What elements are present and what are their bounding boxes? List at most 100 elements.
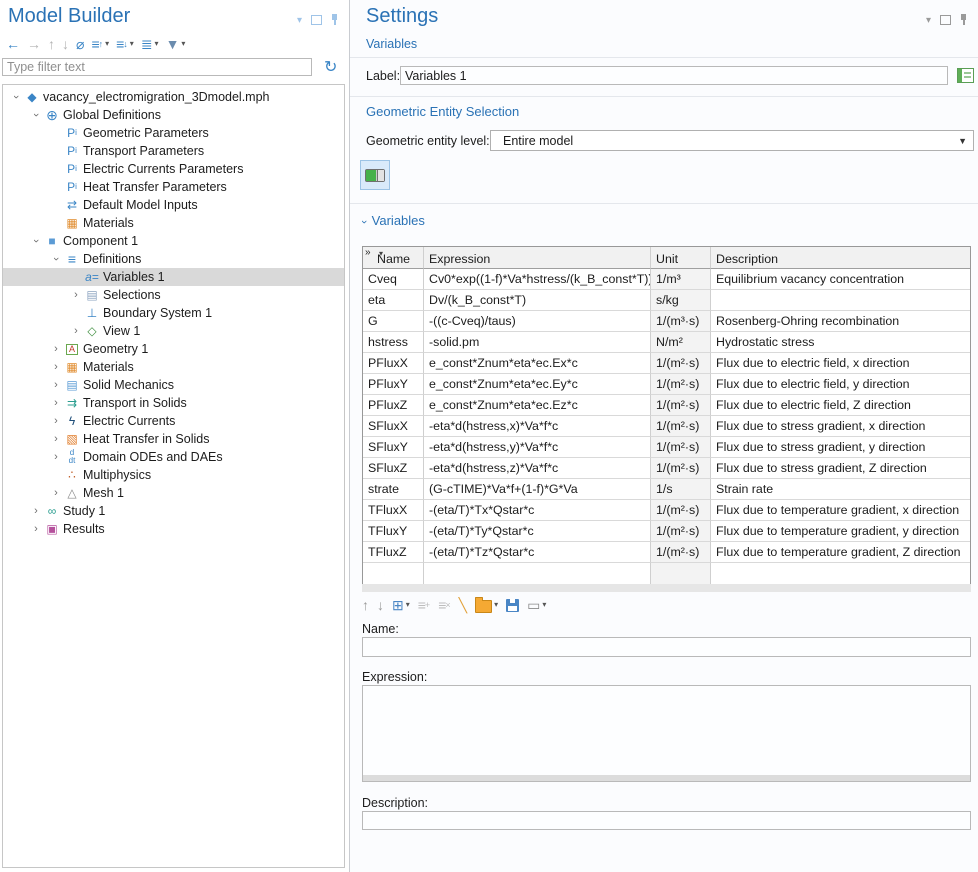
unit-cell[interactable]: 1/(m²·s) bbox=[651, 542, 711, 563]
tree-item-vacancy-electromigration-3dmodel-mph[interactable]: ›◆vacancy_electromigration_3Dmodel.mph bbox=[3, 88, 344, 106]
name-cell[interactable]: G bbox=[363, 311, 424, 332]
refresh-icon[interactable]: ↻ bbox=[324, 57, 337, 77]
tree-item-mesh-1[interactable]: ›△Mesh 1 bbox=[3, 484, 344, 502]
expression-cell[interactable] bbox=[424, 563, 651, 584]
save-file-button[interactable] bbox=[506, 599, 519, 612]
tree-item-variables-1[interactable]: ›a=Variables 1 bbox=[3, 268, 344, 286]
name-cell[interactable]: PFluxX bbox=[363, 353, 424, 374]
variable-row-empty[interactable] bbox=[363, 563, 970, 584]
collapse-button[interactable]: ≡↓▾ bbox=[116, 37, 134, 51]
tree-item-solid-mechanics[interactable]: ›▤Solid Mechanics bbox=[3, 376, 344, 394]
tree-item-definitions[interactable]: ›≡Definitions bbox=[3, 250, 344, 268]
tree-expander-icon[interactable]: › bbox=[69, 325, 83, 337]
column-header-unit[interactable]: Unit bbox=[651, 247, 711, 269]
clear-table-button[interactable]: ╲ bbox=[459, 598, 467, 612]
tree-item-global-definitions[interactable]: ›⊕Global Definitions bbox=[3, 106, 344, 124]
unit-cell[interactable]: 1/s bbox=[651, 479, 711, 500]
name-cell[interactable]: SFluxZ bbox=[363, 458, 424, 479]
tree-item-selections[interactable]: ›▤Selections bbox=[3, 286, 344, 304]
load-file-button[interactable]: ▾ bbox=[475, 597, 498, 613]
tree-expander-icon[interactable]: › bbox=[49, 487, 63, 499]
name-cell[interactable]: SFluxX bbox=[363, 416, 424, 437]
unit-cell[interactable]: N/m² bbox=[651, 332, 711, 353]
variable-row-eta[interactable]: etaDv/(k_B_const*T)s/kg bbox=[363, 290, 970, 311]
variables-section-header[interactable]: ›Variables bbox=[362, 213, 425, 228]
filter-input[interactable] bbox=[2, 58, 312, 76]
show-all-columns-icon[interactable]: » bbox=[365, 248, 371, 258]
description-cell[interactable]: Rosenberg-Ohring recombination bbox=[711, 311, 970, 332]
tree-item-transport-parameters[interactable]: ›PiTransport Parameters bbox=[3, 142, 344, 160]
node-text-button[interactable]: ≣▾ bbox=[141, 37, 159, 51]
variable-row-pfluxx[interactable]: PFluxXe_const*Znum*eta*ec.Ex*c1/(m²·s)Fl… bbox=[363, 353, 970, 374]
tree-item-multiphysics[interactable]: ›∴Multiphysics bbox=[3, 466, 344, 484]
tree-item-heat-transfer-parameters[interactable]: ›PiHeat Transfer Parameters bbox=[3, 178, 344, 196]
name-cell[interactable]: hstress bbox=[363, 332, 424, 353]
forward-button[interactable]: → bbox=[27, 37, 41, 51]
tree-item-geometry-1[interactable]: ›AGeometry 1 bbox=[3, 340, 344, 358]
name-cell[interactable]: PFluxY bbox=[363, 374, 424, 395]
edit-field-button[interactable]: ▭▾ bbox=[527, 598, 546, 612]
tree-item-domain-odes-and-daes[interactable]: ›ddtDomain ODEs and DAEs bbox=[3, 448, 344, 466]
filter-button[interactable]: ▼▾ bbox=[166, 37, 186, 51]
expression-textarea[interactable] bbox=[362, 685, 971, 782]
variable-row-pfluxy[interactable]: PFluxYe_const*Znum*eta*ec.Ey*c1/(m²·s)Fl… bbox=[363, 374, 970, 395]
tree-item-view-1[interactable]: ›◇View 1 bbox=[3, 322, 344, 340]
detach-icon[interactable] bbox=[311, 15, 322, 25]
tree-expander-icon[interactable]: › bbox=[49, 415, 63, 427]
name-cell[interactable]: TFluxZ bbox=[363, 542, 424, 563]
description-cell[interactable]: Strain rate bbox=[711, 479, 970, 500]
unit-cell[interactable]: 1/(m²·s) bbox=[651, 353, 711, 374]
column-menu-icon[interactable]: ▾ bbox=[379, 247, 383, 261]
tree-expander-icon[interactable]: › bbox=[50, 252, 62, 266]
table-horizontal-scrollbar[interactable] bbox=[362, 584, 971, 592]
expression-cell[interactable]: -eta*d(hstress,x)*Va*f*c bbox=[424, 416, 651, 437]
tree-expander-icon[interactable]: › bbox=[29, 523, 43, 535]
geometric-entity-level-select[interactable]: Entire model ▼ bbox=[490, 130, 974, 151]
description-cell[interactable]: Flux due to stress gradient, y direction bbox=[711, 437, 970, 458]
unit-cell[interactable]: 1/(m²·s) bbox=[651, 458, 711, 479]
description-cell[interactable]: Flux due to temperature gradient, Z dire… bbox=[711, 542, 970, 563]
tree-expander-icon[interactable]: › bbox=[10, 90, 22, 104]
geometric-entity-selection-header[interactable]: Geometric Entity Selection bbox=[366, 104, 519, 119]
name-cell[interactable] bbox=[363, 563, 424, 584]
name-cell[interactable]: TFluxX bbox=[363, 500, 424, 521]
tree-item-materials[interactable]: ›▦Materials bbox=[3, 358, 344, 376]
description-cell[interactable]: Flux due to temperature gradient, x dire… bbox=[711, 500, 970, 521]
expression-cell[interactable]: -solid.pm bbox=[424, 332, 651, 353]
expression-cell[interactable]: e_const*Znum*eta*ec.Ex*c bbox=[424, 353, 651, 374]
expression-cell[interactable]: Dv/(k_B_const*T) bbox=[424, 290, 651, 311]
expand-button[interactable]: ≡↑▾ bbox=[91, 37, 109, 51]
unit-cell[interactable]: 1/(m²·s) bbox=[651, 395, 711, 416]
description-cell[interactable]: Flux due to stress gradient, Z direction bbox=[711, 458, 970, 479]
tree-expander-icon[interactable]: › bbox=[29, 505, 43, 517]
variable-row-sfluxy[interactable]: SFluxY-eta*d(hstress,y)*Va*f*c1/(m²·s)Fl… bbox=[363, 437, 970, 458]
unit-cell[interactable] bbox=[651, 563, 711, 584]
menu-down-icon[interactable]: ▾ bbox=[297, 15, 302, 26]
tree-item-heat-transfer-in-solids[interactable]: ›▧Heat Transfer in Solids bbox=[3, 430, 344, 448]
description-cell[interactable] bbox=[711, 290, 970, 311]
rename-button[interactable] bbox=[955, 65, 976, 86]
name-input[interactable] bbox=[362, 637, 971, 657]
tree-expander-icon[interactable]: › bbox=[30, 108, 42, 122]
unit-cell[interactable]: s/kg bbox=[651, 290, 711, 311]
variable-row-tfluxz[interactable]: TFluxZ-(eta/T)*Tz*Qstar*c1/(m²·s)Flux du… bbox=[363, 542, 970, 563]
description-cell[interactable]: Flux due to stress gradient, x direction bbox=[711, 416, 970, 437]
settings-subtitle[interactable]: Variables bbox=[366, 37, 417, 51]
unit-cell[interactable]: 1/(m³·s) bbox=[651, 311, 711, 332]
tree-expander-icon[interactable]: › bbox=[49, 343, 63, 355]
expression-cell[interactable]: -eta*d(hstress,y)*Va*f*c bbox=[424, 437, 651, 458]
tree-expander-icon[interactable]: › bbox=[30, 234, 42, 248]
description-cell[interactable]: Flux due to electric field, Z direction bbox=[711, 395, 970, 416]
variable-row-strate[interactable]: strate(G-cTIME)*Va*f+(1-f)*G*Va1/sStrain… bbox=[363, 479, 970, 500]
name-cell[interactable]: SFluxY bbox=[363, 437, 424, 458]
tree-item-electric-currents[interactable]: ›ϟElectric Currents bbox=[3, 412, 344, 430]
tree-expander-icon[interactable]: › bbox=[69, 289, 83, 301]
name-cell[interactable]: PFluxZ bbox=[363, 395, 424, 416]
description-input[interactable] bbox=[362, 811, 971, 830]
pin-icon[interactable] bbox=[331, 14, 339, 26]
variable-row-sfluxz[interactable]: SFluxZ-eta*d(hstress,z)*Va*f*c1/(m²·s)Fl… bbox=[363, 458, 970, 479]
expression-cell[interactable]: e_const*Znum*eta*ec.Ey*c bbox=[424, 374, 651, 395]
move-to-table-button[interactable]: ⊞▾ bbox=[392, 598, 410, 612]
name-cell[interactable]: TFluxY bbox=[363, 521, 424, 542]
description-cell[interactable] bbox=[711, 563, 970, 584]
